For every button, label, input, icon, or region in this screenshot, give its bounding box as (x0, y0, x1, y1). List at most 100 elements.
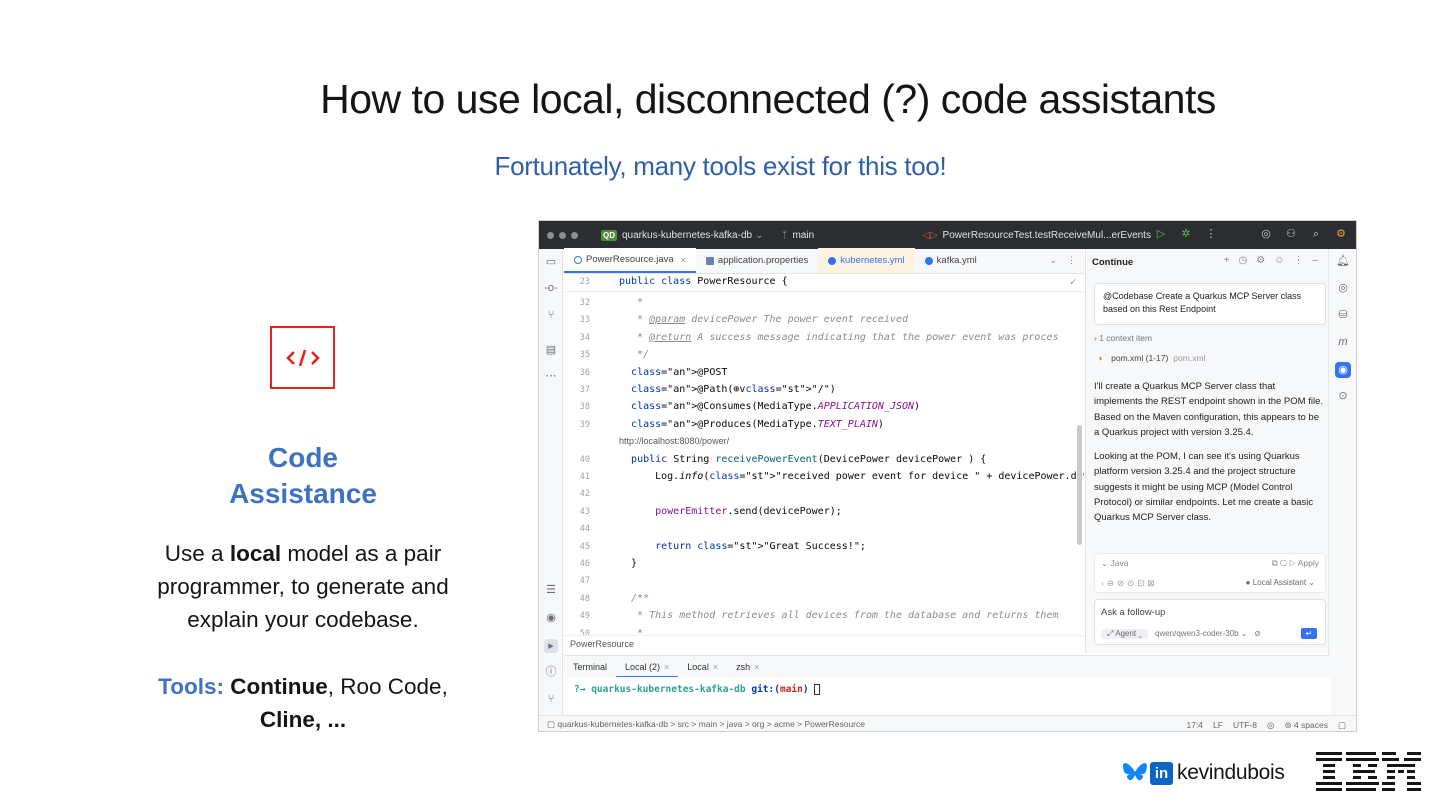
chat-icon[interactable]: ☺ (1274, 255, 1284, 266)
ibm-logo (1316, 752, 1421, 791)
more-icon[interactable]: ⋮ (1067, 255, 1076, 266)
notifications-icon[interactable]: 🔔︎ (1335, 253, 1351, 269)
problems-icon[interactable]: ⓘ (544, 665, 558, 679)
pom-file: pom.xml (1173, 353, 1206, 363)
copilot-icon[interactable]: ◎ (1259, 227, 1273, 241)
code-line: } (619, 558, 638, 569)
footer-social: in kevindubois (1122, 760, 1285, 786)
line-number: 47 (579, 576, 590, 587)
code-editor[interactable]: 23 public class PowerResource { ✓ 32 * 33… (564, 275, 1084, 635)
line-number: 35 (579, 350, 590, 361)
line-separator[interactable]: LF (1213, 720, 1223, 730)
chat-actions: + ◷ ⚙ ☺ ⋮ – (1224, 255, 1318, 266)
minimize-icon[interactable]: – (1312, 255, 1318, 266)
rss-icon: ◗ (1098, 353, 1104, 363)
history-icon[interactable]: ◷ (1239, 255, 1248, 266)
code-line: return class="st">"Great Success!"; (655, 540, 866, 552)
status-right: 17:4 LF UTF-8 ◎ ⊚ 4 spaces ▢ (1186, 716, 1346, 731)
followup-placeholder[interactable]: Ask a follow-up (1101, 607, 1165, 618)
code-line: public String receivePowerEvent(DevicePo… (631, 453, 987, 465)
line-number: 32 (579, 298, 590, 308)
pull-request-icon[interactable]: ⑂ (544, 308, 558, 322)
window-controls[interactable] (547, 231, 578, 239)
section-title: Code Assistance (153, 440, 453, 512)
run-config[interactable]: PowerResourceTest.testReceiveMul...erEve… (943, 230, 1151, 241)
tab-powerresource[interactable]: PowerResource.java × (564, 248, 696, 273)
send-icon[interactable]: ↵ (1301, 628, 1317, 639)
tab-local[interactable]: Local × (678, 656, 727, 678)
chevron-down-icon[interactable]: ⌄ (1049, 255, 1057, 266)
database-icon[interactable]: ☰ (544, 583, 558, 597)
tab-local-2[interactable]: Local (2) × (616, 656, 679, 678)
database-icon[interactable]: ⛁ (1335, 307, 1351, 323)
scrollbar[interactable] (1077, 425, 1082, 545)
agent-selector[interactable]: ⤢ Agent ⌄ (1101, 629, 1149, 639)
settings-icon[interactable]: ⚙ (1334, 227, 1348, 241)
ide-titlebar: QD quarkus-kubernetes-kafka-db ⌄ ᛘ main … (539, 221, 1356, 249)
copilot-icon[interactable]: ◎ (1335, 280, 1351, 296)
code-brackets-icon (285, 349, 320, 366)
answer-paragraph-2: Looking at the POM, I can see it's using… (1094, 451, 1314, 524)
ai-icon[interactable]: ⊙ (1335, 388, 1351, 404)
more-tools-icon[interactable]: ⋯ (544, 369, 558, 383)
line-number: 45 (579, 541, 590, 552)
context-items[interactable]: › 1 context item (1094, 333, 1152, 343)
run-icon[interactable]: ▷ (1154, 227, 1168, 241)
close-icon: × (664, 661, 670, 672)
close-icon[interactable]: × (681, 255, 686, 265)
assistant-selector[interactable]: ● Local Assistant ⌄ (1246, 578, 1315, 587)
branch-name[interactable]: main (792, 230, 814, 241)
services-icon[interactable]: ◉ (544, 611, 558, 625)
indent[interactable]: ⊚ 4 spaces (1284, 720, 1328, 731)
tool-continue: Continue (230, 674, 328, 699)
tab-kubernetes[interactable]: kubernetes.yml (818, 248, 915, 273)
tab-application-properties[interactable]: application.properties (696, 248, 818, 273)
lock-icon[interactable]: ▢ (1338, 720, 1346, 731)
maven-icon[interactable]: m (1335, 334, 1351, 350)
message-actions[interactable]: ‹⊖⊘⊙⊡⊠ (1101, 578, 1157, 589)
git-icon[interactable]: ⑂ (544, 692, 558, 706)
ai-status-icon[interactable]: ◎ (1267, 720, 1274, 731)
user-prompt: @Codebase Create a Quarkus MCP Server cl… (1094, 283, 1326, 325)
tab-label: PowerResource.java (586, 254, 674, 265)
terminal-output[interactable]: ?→ quarkus-kubernetes-kafka-db git:(main… (564, 677, 1330, 717)
more-icon[interactable]: ⋮ (1204, 227, 1218, 241)
tools-list: Tools: Continue, Roo Code, Cline, ... (123, 670, 483, 736)
followup-input[interactable]: Ask a follow-up ⤢ Agent ⌄ qwen/qwen3-cod… (1094, 599, 1326, 645)
tabs-more[interactable]: ⌄ ⋮ (1049, 248, 1076, 273)
tab-kafka[interactable]: kafka.yml (915, 248, 987, 273)
continue-icon[interactable]: ◉ (1335, 362, 1351, 378)
editor-breadcrumb[interactable]: PowerResource (564, 635, 1084, 652)
commit-icon[interactable]: -o- (544, 281, 558, 295)
debug-icon[interactable]: ✲ (1179, 227, 1193, 241)
terminal-cursor (814, 684, 821, 695)
code-line: http://localhost:8080/power/ (619, 436, 730, 447)
line-number: 40 (579, 454, 590, 465)
search-icon[interactable]: ⌕ (1309, 227, 1323, 241)
tab-zsh[interactable]: zsh × (727, 656, 768, 678)
plus-icon[interactable]: + (1224, 255, 1230, 266)
settings-icon[interactable]: ⚙ (1256, 255, 1265, 266)
code-icon (270, 326, 335, 389)
more-icon[interactable]: ⋮ (1293, 255, 1303, 266)
tools-label: Tools: (158, 674, 224, 699)
model-selector[interactable]: qwen/qwen3-coder-30b ⌄ ⊘ (1155, 629, 1261, 638)
prompt-arrow: ?→ (574, 684, 586, 695)
encoding[interactable]: UTF-8 (1233, 720, 1257, 730)
add-user-icon[interactable]: ⚇ (1284, 227, 1298, 241)
properties-file-icon (705, 256, 714, 265)
body-bold: local (229, 541, 282, 566)
cursor-position[interactable]: 17:4 (1186, 720, 1203, 730)
pom-context[interactable]: ◗ pom.xml (1-17) pom.xml (1098, 353, 1205, 363)
structure-icon[interactable]: ▤ (544, 343, 558, 357)
code-lang[interactable]: ⌄ Java (1101, 558, 1128, 569)
code-line: * (619, 297, 644, 308)
apply-button[interactable]: ⧉ ▢ ▷ Apply (1272, 558, 1319, 569)
project-name[interactable]: quarkus-kubernetes-kafka-db (622, 230, 752, 241)
line-number: 46 (579, 559, 590, 569)
status-path[interactable]: ▢ quarkus-kubernetes-kafka-db > src > ma… (547, 719, 865, 730)
terminal-icon[interactable]: ▸ (544, 639, 558, 653)
code-line: * (619, 627, 644, 635)
folder-icon[interactable]: ▭ (544, 255, 558, 269)
code-line: * @param devicePower The power event rec… (619, 314, 908, 326)
